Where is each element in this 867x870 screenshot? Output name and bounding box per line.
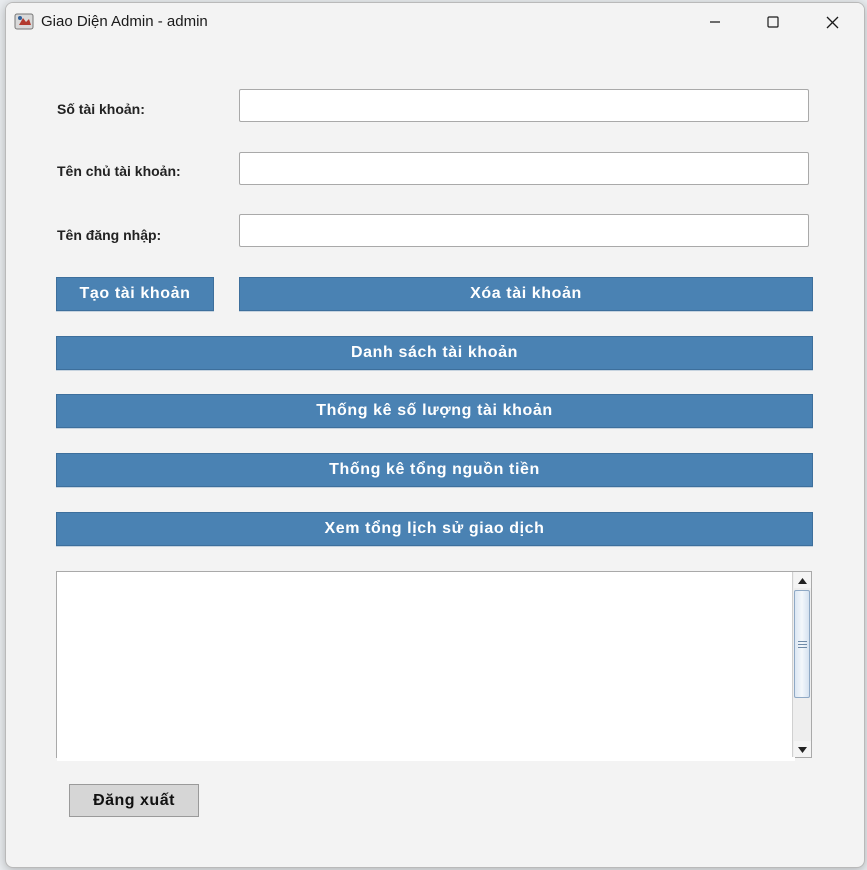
window-title: Giao Diện Admin - admin bbox=[41, 13, 208, 30]
total-funds-label: Thống kê tổng nguồn tiền bbox=[329, 461, 540, 478]
username-label: Tên đăng nhập: bbox=[57, 227, 162, 243]
delete-account-button[interactable]: Xóa tài khoản bbox=[239, 277, 813, 311]
minimize-icon bbox=[709, 16, 721, 28]
transaction-history-label: Xem tổng lịch sử giao dịch bbox=[324, 520, 545, 537]
list-accounts-button[interactable]: Danh sách tài khoản bbox=[56, 336, 813, 370]
delete-account-label: Xóa tài khoản bbox=[470, 285, 582, 302]
grip-line-icon bbox=[798, 647, 807, 648]
admin-window: Giao Diện Admin - admin Số tài khoản: Tê… bbox=[5, 2, 865, 868]
close-icon bbox=[826, 16, 839, 29]
output-panel bbox=[56, 571, 812, 761]
triangle-up-icon bbox=[798, 571, 807, 589]
username-field[interactable] bbox=[239, 214, 809, 247]
count-accounts-label: Thống kê số lượng tài khoản bbox=[316, 402, 553, 419]
maximize-button[interactable] bbox=[744, 3, 802, 41]
owner-name-label: Tên chủ tài khoản: bbox=[57, 163, 181, 179]
logout-button[interactable]: Đăng xuất bbox=[69, 784, 199, 817]
account-number-label: Số tài khoản: bbox=[57, 101, 145, 117]
logout-label: Đăng xuất bbox=[93, 791, 175, 809]
maximize-icon bbox=[767, 16, 779, 28]
output-text-area[interactable] bbox=[57, 572, 795, 761]
grip-line-icon bbox=[798, 641, 807, 642]
scroll-thumb[interactable] bbox=[794, 590, 810, 698]
grip-line-icon bbox=[798, 644, 807, 645]
total-funds-button[interactable]: Thống kê tổng nguồn tiền bbox=[56, 453, 813, 487]
count-accounts-button[interactable]: Thống kê số lượng tài khoản bbox=[56, 394, 813, 428]
java-app-icon bbox=[14, 11, 34, 31]
transaction-history-button[interactable]: Xem tổng lịch sử giao dịch bbox=[56, 512, 813, 546]
close-button[interactable] bbox=[803, 3, 861, 41]
minimize-button[interactable] bbox=[686, 3, 744, 41]
create-account-label: Tạo tài khoản bbox=[79, 285, 191, 302]
list-accounts-label: Danh sách tài khoản bbox=[351, 344, 518, 361]
owner-name-field[interactable] bbox=[239, 152, 809, 185]
create-account-button[interactable]: Tạo tài khoản bbox=[56, 277, 214, 311]
scroll-down-button[interactable] bbox=[794, 741, 811, 757]
vertical-scrollbar[interactable] bbox=[792, 572, 811, 757]
triangle-down-icon bbox=[798, 740, 807, 758]
account-number-field[interactable] bbox=[239, 89, 809, 122]
scroll-up-button[interactable] bbox=[794, 572, 811, 588]
title-bar[interactable]: Giao Diện Admin - admin bbox=[6, 3, 864, 41]
